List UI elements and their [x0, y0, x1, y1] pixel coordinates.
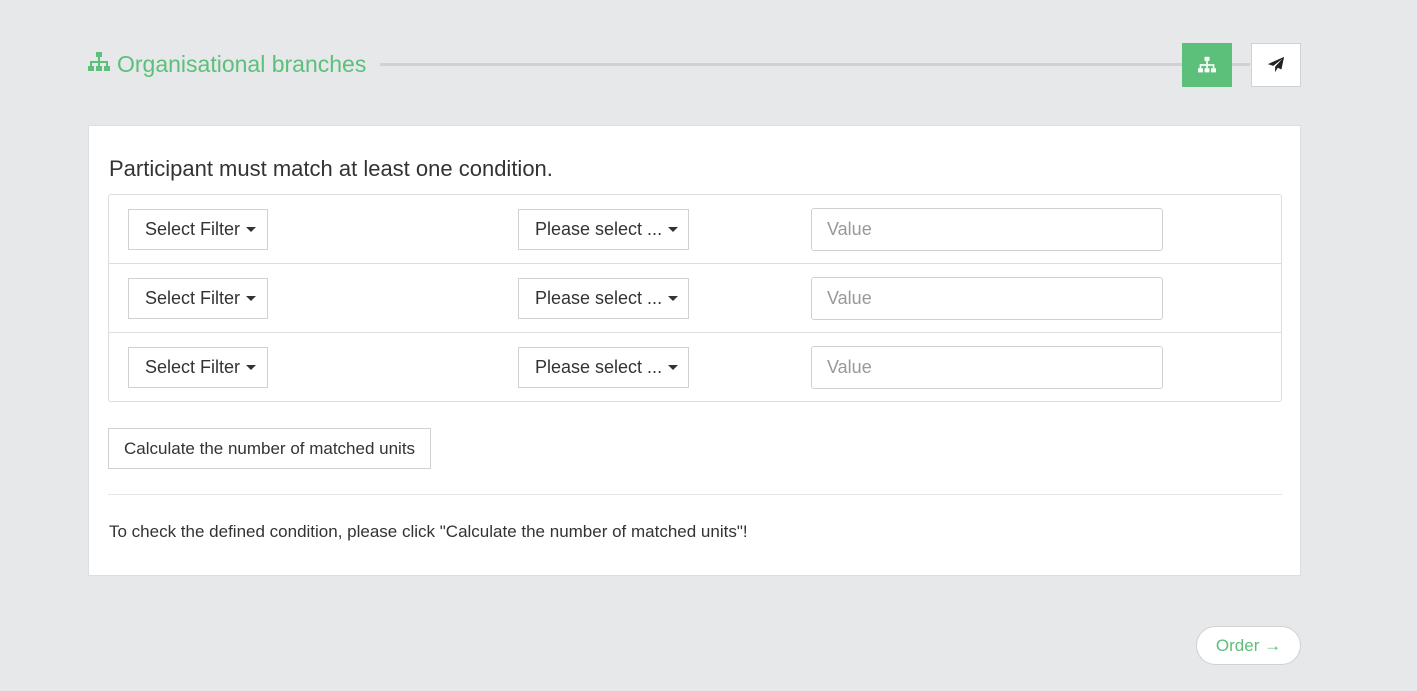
section-header: Organisational branches: [88, 43, 1301, 87]
operator-dropdown[interactable]: Please select ...: [518, 209, 689, 250]
divider: [108, 494, 1282, 495]
select-filter-label: Select Filter: [145, 357, 241, 377]
operator-dropdown[interactable]: Please select ...: [518, 347, 689, 388]
operator-label: Please select ...: [535, 219, 663, 239]
page-title: Organisational branches: [117, 51, 367, 77]
order-button[interactable]: Order →: [1196, 626, 1301, 665]
condition-row: Select Filter Please select ...: [109, 195, 1281, 264]
select-filter-dropdown[interactable]: Select Filter: [128, 347, 268, 388]
caret-down-icon: [668, 227, 679, 232]
operator-label: Please select ...: [535, 357, 663, 377]
caret-down-icon: [246, 296, 257, 301]
conditions-panel: Participant must match at least one cond…: [88, 125, 1301, 576]
caret-down-icon: [246, 365, 257, 370]
conditions-list: Select Filter Please select ... Select F…: [108, 194, 1282, 402]
value-input[interactable]: [811, 208, 1163, 251]
operator-label: Please select ...: [535, 288, 663, 308]
select-filter-dropdown[interactable]: Select Filter: [128, 278, 268, 319]
value-input[interactable]: [811, 277, 1163, 320]
step-send-button[interactable]: [1251, 43, 1301, 87]
caret-down-icon: [246, 227, 257, 232]
condition-row: Select Filter Please select ...: [109, 332, 1281, 401]
select-filter-dropdown[interactable]: Select Filter: [128, 209, 268, 250]
caret-down-icon: [668, 365, 679, 370]
operator-dropdown[interactable]: Please select ...: [518, 278, 689, 319]
progress-line: [380, 63, 1250, 66]
step-organisation-button[interactable]: [1182, 43, 1232, 87]
paper-plane-icon: [1267, 56, 1285, 73]
hint-text: To check the defined condition, please c…: [109, 522, 748, 541]
value-input[interactable]: [811, 346, 1163, 389]
condition-row: Select Filter Please select ...: [109, 263, 1281, 332]
sitemap-icon: [88, 52, 110, 71]
calculate-matched-units-button[interactable]: Calculate the number of matched units: [108, 428, 432, 469]
conditions-heading: Participant must match at least one cond…: [109, 156, 553, 181]
select-filter-label: Select Filter: [145, 288, 241, 308]
sitemap-icon: [1198, 56, 1216, 73]
select-filter-label: Select Filter: [145, 219, 241, 239]
caret-down-icon: [668, 296, 679, 301]
